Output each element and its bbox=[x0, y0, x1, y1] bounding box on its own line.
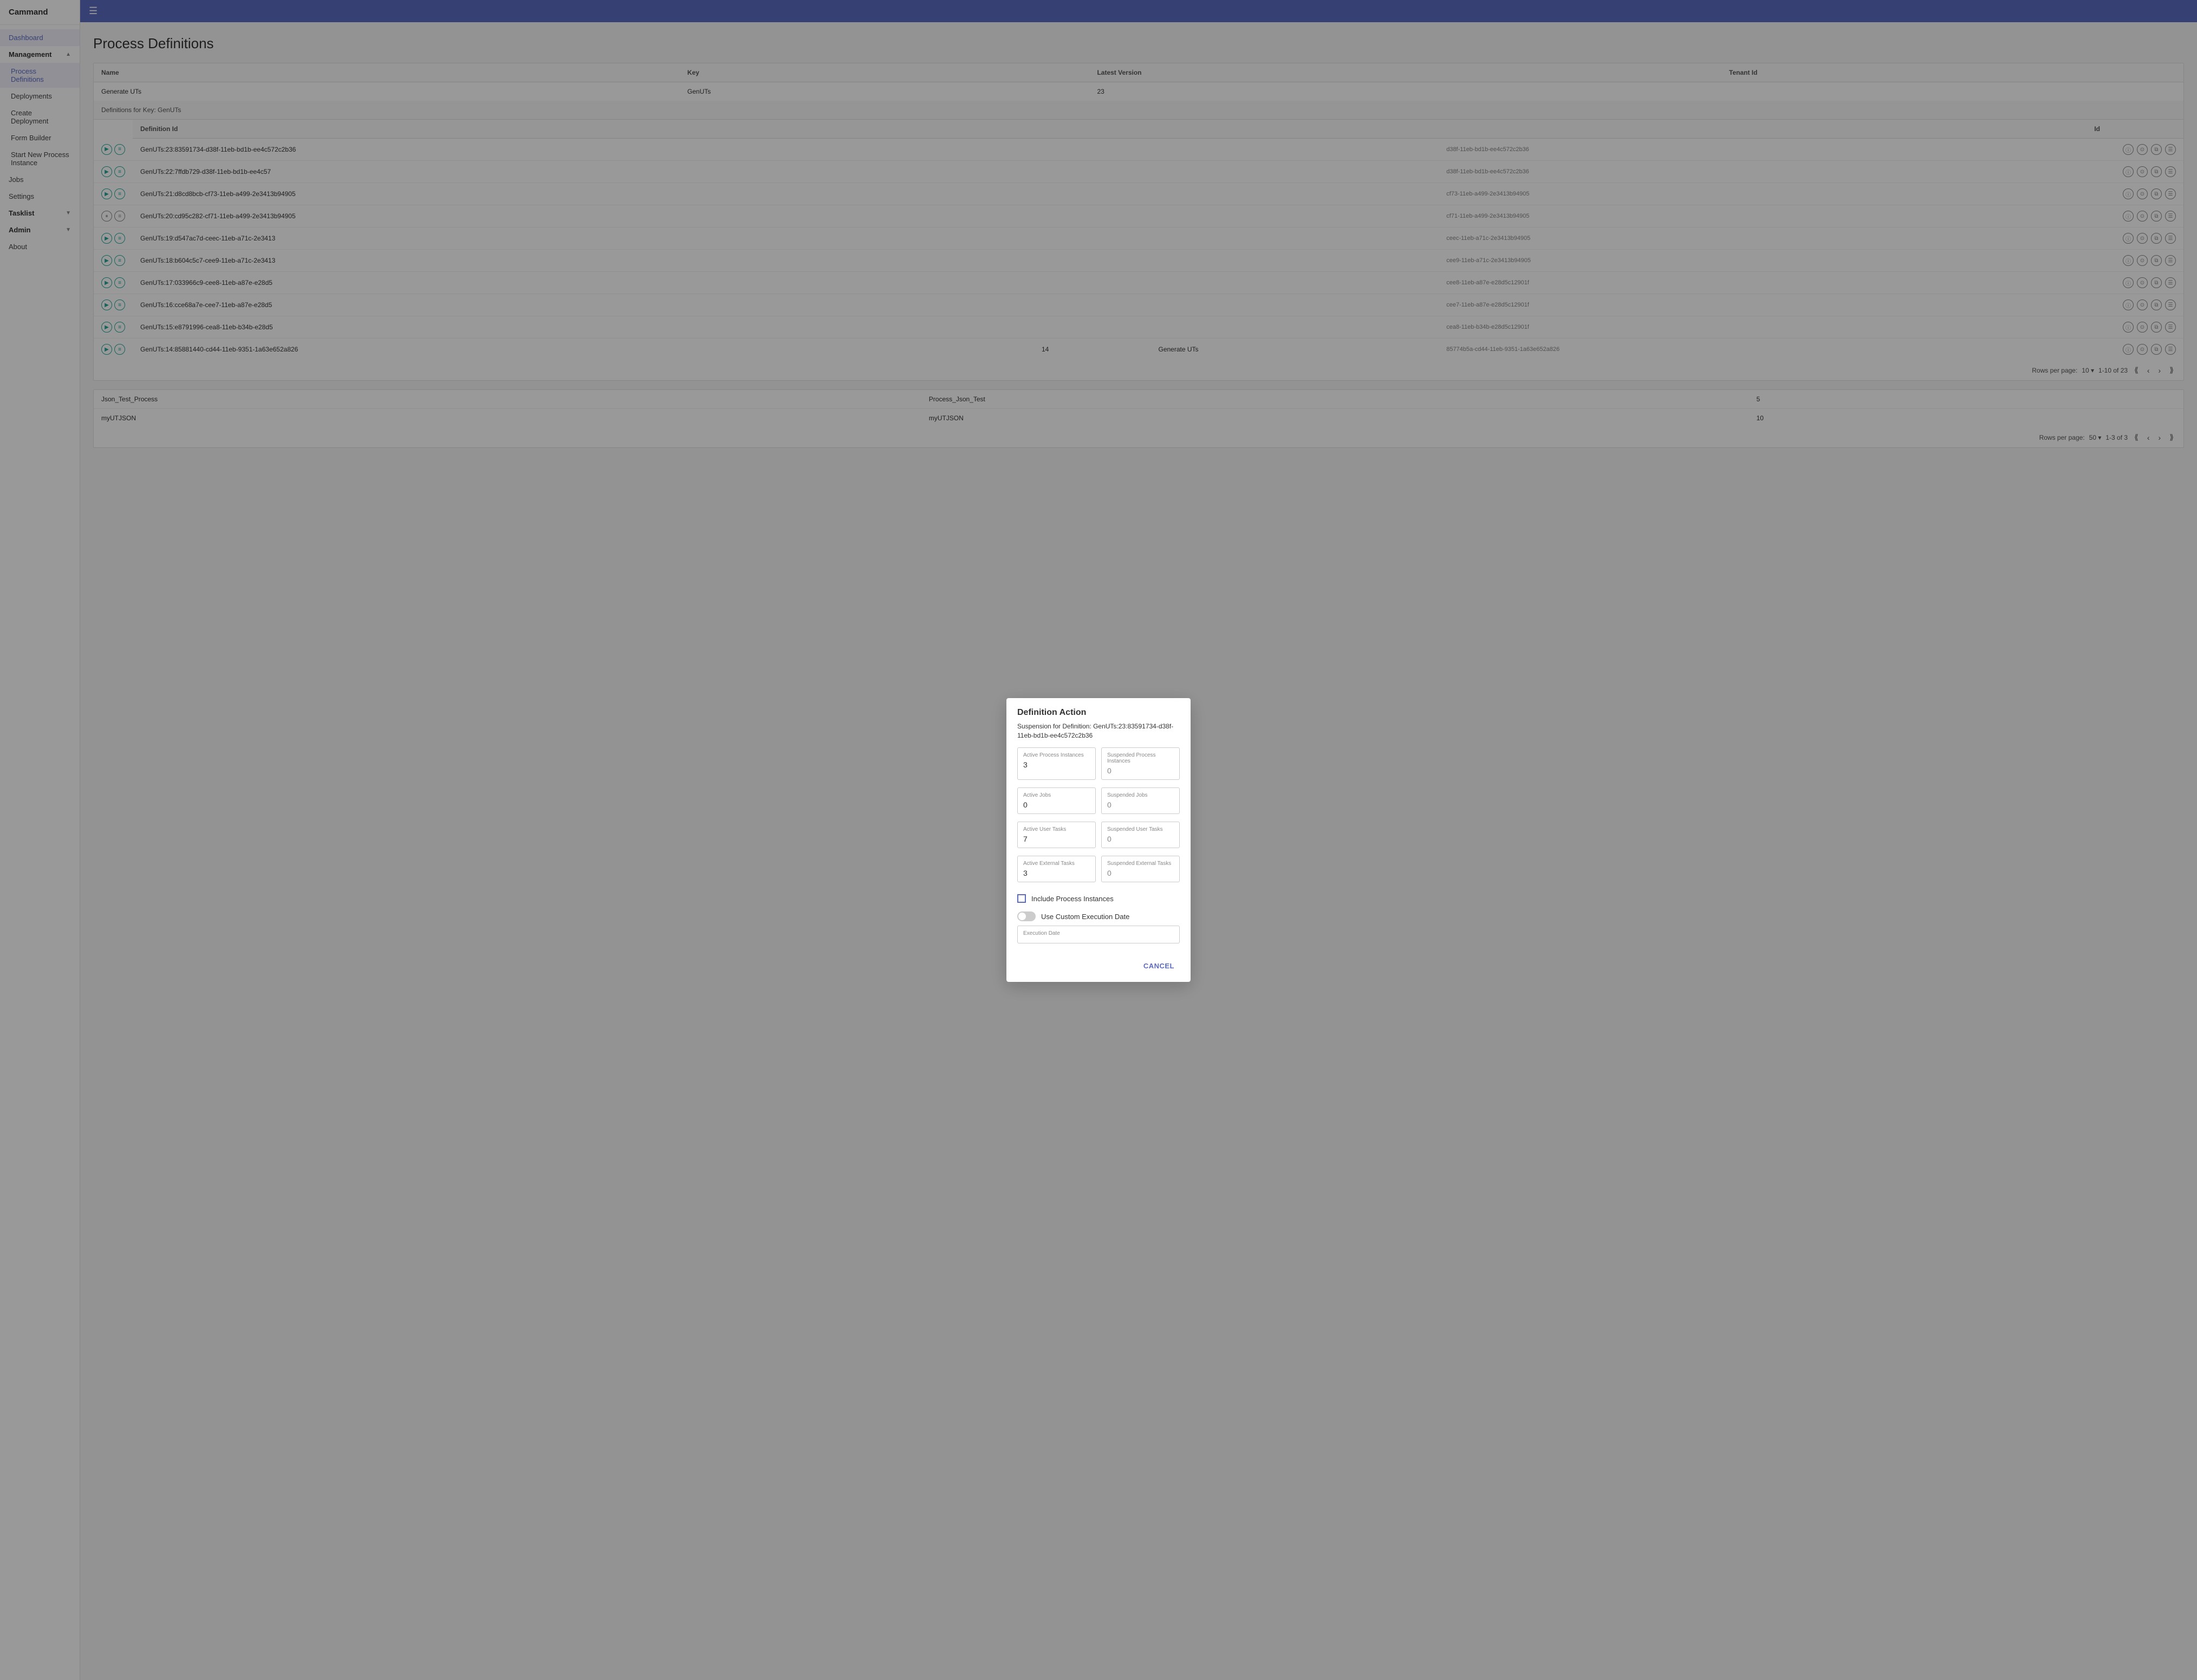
modal-row-process-instances: Active Process Instances 3 Suspended Pro… bbox=[1017, 747, 1180, 780]
suspended-external-tasks-label: Suspended External Tasks bbox=[1107, 861, 1174, 867]
active-process-instances-field: Active Process Instances 3 bbox=[1017, 747, 1096, 780]
active-user-tasks-label: Active User Tasks bbox=[1023, 826, 1090, 832]
active-external-tasks-field: Active External Tasks 3 bbox=[1017, 856, 1096, 882]
active-user-tasks-field: Active User Tasks 7 bbox=[1017, 822, 1096, 848]
suspended-jobs-field: Suspended Jobs 0 bbox=[1101, 787, 1180, 814]
active-external-tasks-value: 3 bbox=[1023, 869, 1090, 877]
use-custom-execution-date-label: Use Custom Execution Date bbox=[1041, 913, 1129, 921]
suspended-user-tasks-field: Suspended User Tasks 0 bbox=[1101, 822, 1180, 848]
definition-action-modal: Definition Action Suspension for Definit… bbox=[1006, 698, 1191, 982]
modal-title: Definition Action bbox=[1006, 698, 1191, 722]
cancel-button[interactable]: CANCEL bbox=[1138, 959, 1180, 973]
suspended-external-tasks-value: 0 bbox=[1107, 869, 1174, 877]
active-process-instances-label: Active Process Instances bbox=[1023, 752, 1090, 758]
active-user-tasks-value: 7 bbox=[1023, 835, 1090, 843]
active-jobs-value: 0 bbox=[1023, 800, 1090, 809]
suspended-external-tasks-field: Suspended External Tasks 0 bbox=[1101, 856, 1180, 882]
include-process-instances-checkbox[interactable] bbox=[1017, 894, 1026, 903]
modal-row-user-tasks: Active User Tasks 7 Suspended User Tasks… bbox=[1017, 822, 1180, 848]
suspended-user-tasks-label: Suspended User Tasks bbox=[1107, 826, 1174, 832]
suspended-jobs-label: Suspended Jobs bbox=[1107, 792, 1174, 798]
active-external-tasks-label: Active External Tasks bbox=[1023, 861, 1090, 867]
modal-row-external-tasks: Active External Tasks 3 Suspended Extern… bbox=[1017, 856, 1180, 882]
suspended-jobs-value: 0 bbox=[1107, 800, 1174, 809]
suspended-process-instances-label: Suspended Process Instances bbox=[1107, 752, 1174, 764]
execution-date-field[interactable]: Execution Date bbox=[1017, 926, 1180, 943]
suspended-process-instances-value: 0 bbox=[1107, 766, 1174, 775]
active-process-instances-value: 3 bbox=[1023, 760, 1090, 769]
include-process-instances-label: Include Process Instances bbox=[1031, 895, 1114, 903]
modal-row-jobs: Active Jobs 0 Suspended Jobs 0 bbox=[1017, 787, 1180, 814]
active-jobs-field: Active Jobs 0 bbox=[1017, 787, 1096, 814]
active-jobs-label: Active Jobs bbox=[1023, 792, 1090, 798]
modal-subtitle: Suspension for Definition: GenUTs:23:835… bbox=[1006, 722, 1191, 748]
suspended-process-instances-field: Suspended Process Instances 0 bbox=[1101, 747, 1180, 780]
execution-date-label: Execution Date bbox=[1023, 930, 1174, 936]
use-custom-execution-date-toggle[interactable] bbox=[1017, 911, 1036, 921]
use-custom-execution-date-row[interactable]: Use Custom Execution Date bbox=[1017, 907, 1180, 926]
execution-date-row: Execution Date bbox=[1017, 926, 1180, 943]
modal-overlay: Definition Action Suspension for Definit… bbox=[0, 0, 2197, 1680]
suspended-user-tasks-value: 0 bbox=[1107, 835, 1174, 843]
modal-footer: CANCEL bbox=[1006, 953, 1191, 982]
toggle-knob bbox=[1018, 913, 1026, 920]
include-process-instances-row[interactable]: Include Process Instances bbox=[1017, 890, 1180, 907]
modal-body: Active Process Instances 3 Suspended Pro… bbox=[1006, 747, 1191, 953]
